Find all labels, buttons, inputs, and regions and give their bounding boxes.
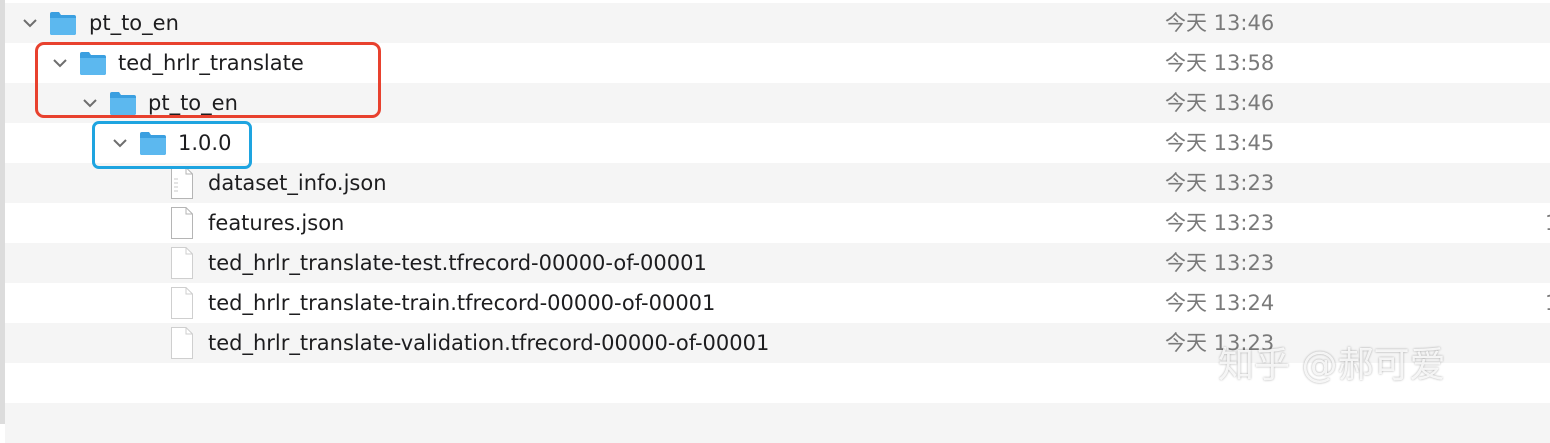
date-modified: 今天 13:46 [1165, 11, 1275, 35]
document-file-icon [170, 246, 194, 280]
date-modified: 今天 13:23 [1165, 251, 1275, 275]
blue-highlight-box [92, 121, 252, 169]
folder-icon [48, 8, 78, 38]
document-file-icon [170, 286, 194, 320]
file-name: dataset_info.json [208, 171, 387, 195]
file-name: ted_hrlr_translate-validation.tfrecord-0… [208, 331, 770, 355]
date-modified: 今天 13:46 [1165, 91, 1275, 115]
json-file-icon [170, 166, 194, 200]
document-file-icon [170, 326, 194, 360]
file-row-train-tfrecord[interactable]: ted_hrlr_translate-train.tfrecord-00000-… [5, 283, 1550, 323]
file-row-features[interactable]: features.json 今天 13:23 1 [5, 203, 1550, 243]
date-modified: 今天 13:23 [1165, 171, 1275, 195]
date-modified: 今天 13:58 [1165, 51, 1275, 75]
file-list: pt_to_en 今天 13:46 ted_hrlr_translate 今天 … [0, 0, 1550, 443]
empty-row [5, 403, 1550, 443]
size-column-clipped: 1 [1545, 283, 1550, 323]
watermark: 知乎 @郝可爱 [1218, 345, 1446, 386]
file-name: ted_hrlr_translate-test.tfrecord-00000-o… [208, 251, 707, 275]
file-name: pt_to_en [89, 11, 179, 35]
size-column-clipped: 1 [1545, 203, 1550, 243]
json-file-icon [170, 206, 194, 240]
file-name: features.json [208, 211, 345, 235]
red-highlight-box [35, 42, 381, 118]
date-modified: 今天 13:23 [1165, 211, 1275, 235]
file-name: ted_hrlr_translate-train.tfrecord-00000-… [208, 291, 716, 315]
file-row-dataset-info[interactable]: dataset_info.json 今天 13:23 [5, 163, 1550, 203]
date-modified: 今天 13:24 [1165, 291, 1275, 315]
chevron-down-icon[interactable] [22, 11, 38, 35]
date-modified: 今天 13:45 [1165, 131, 1275, 155]
file-row-pt-to-en[interactable]: pt_to_en 今天 13:46 [5, 3, 1550, 43]
file-row-test-tfrecord[interactable]: ted_hrlr_translate-test.tfrecord-00000-o… [5, 243, 1550, 283]
